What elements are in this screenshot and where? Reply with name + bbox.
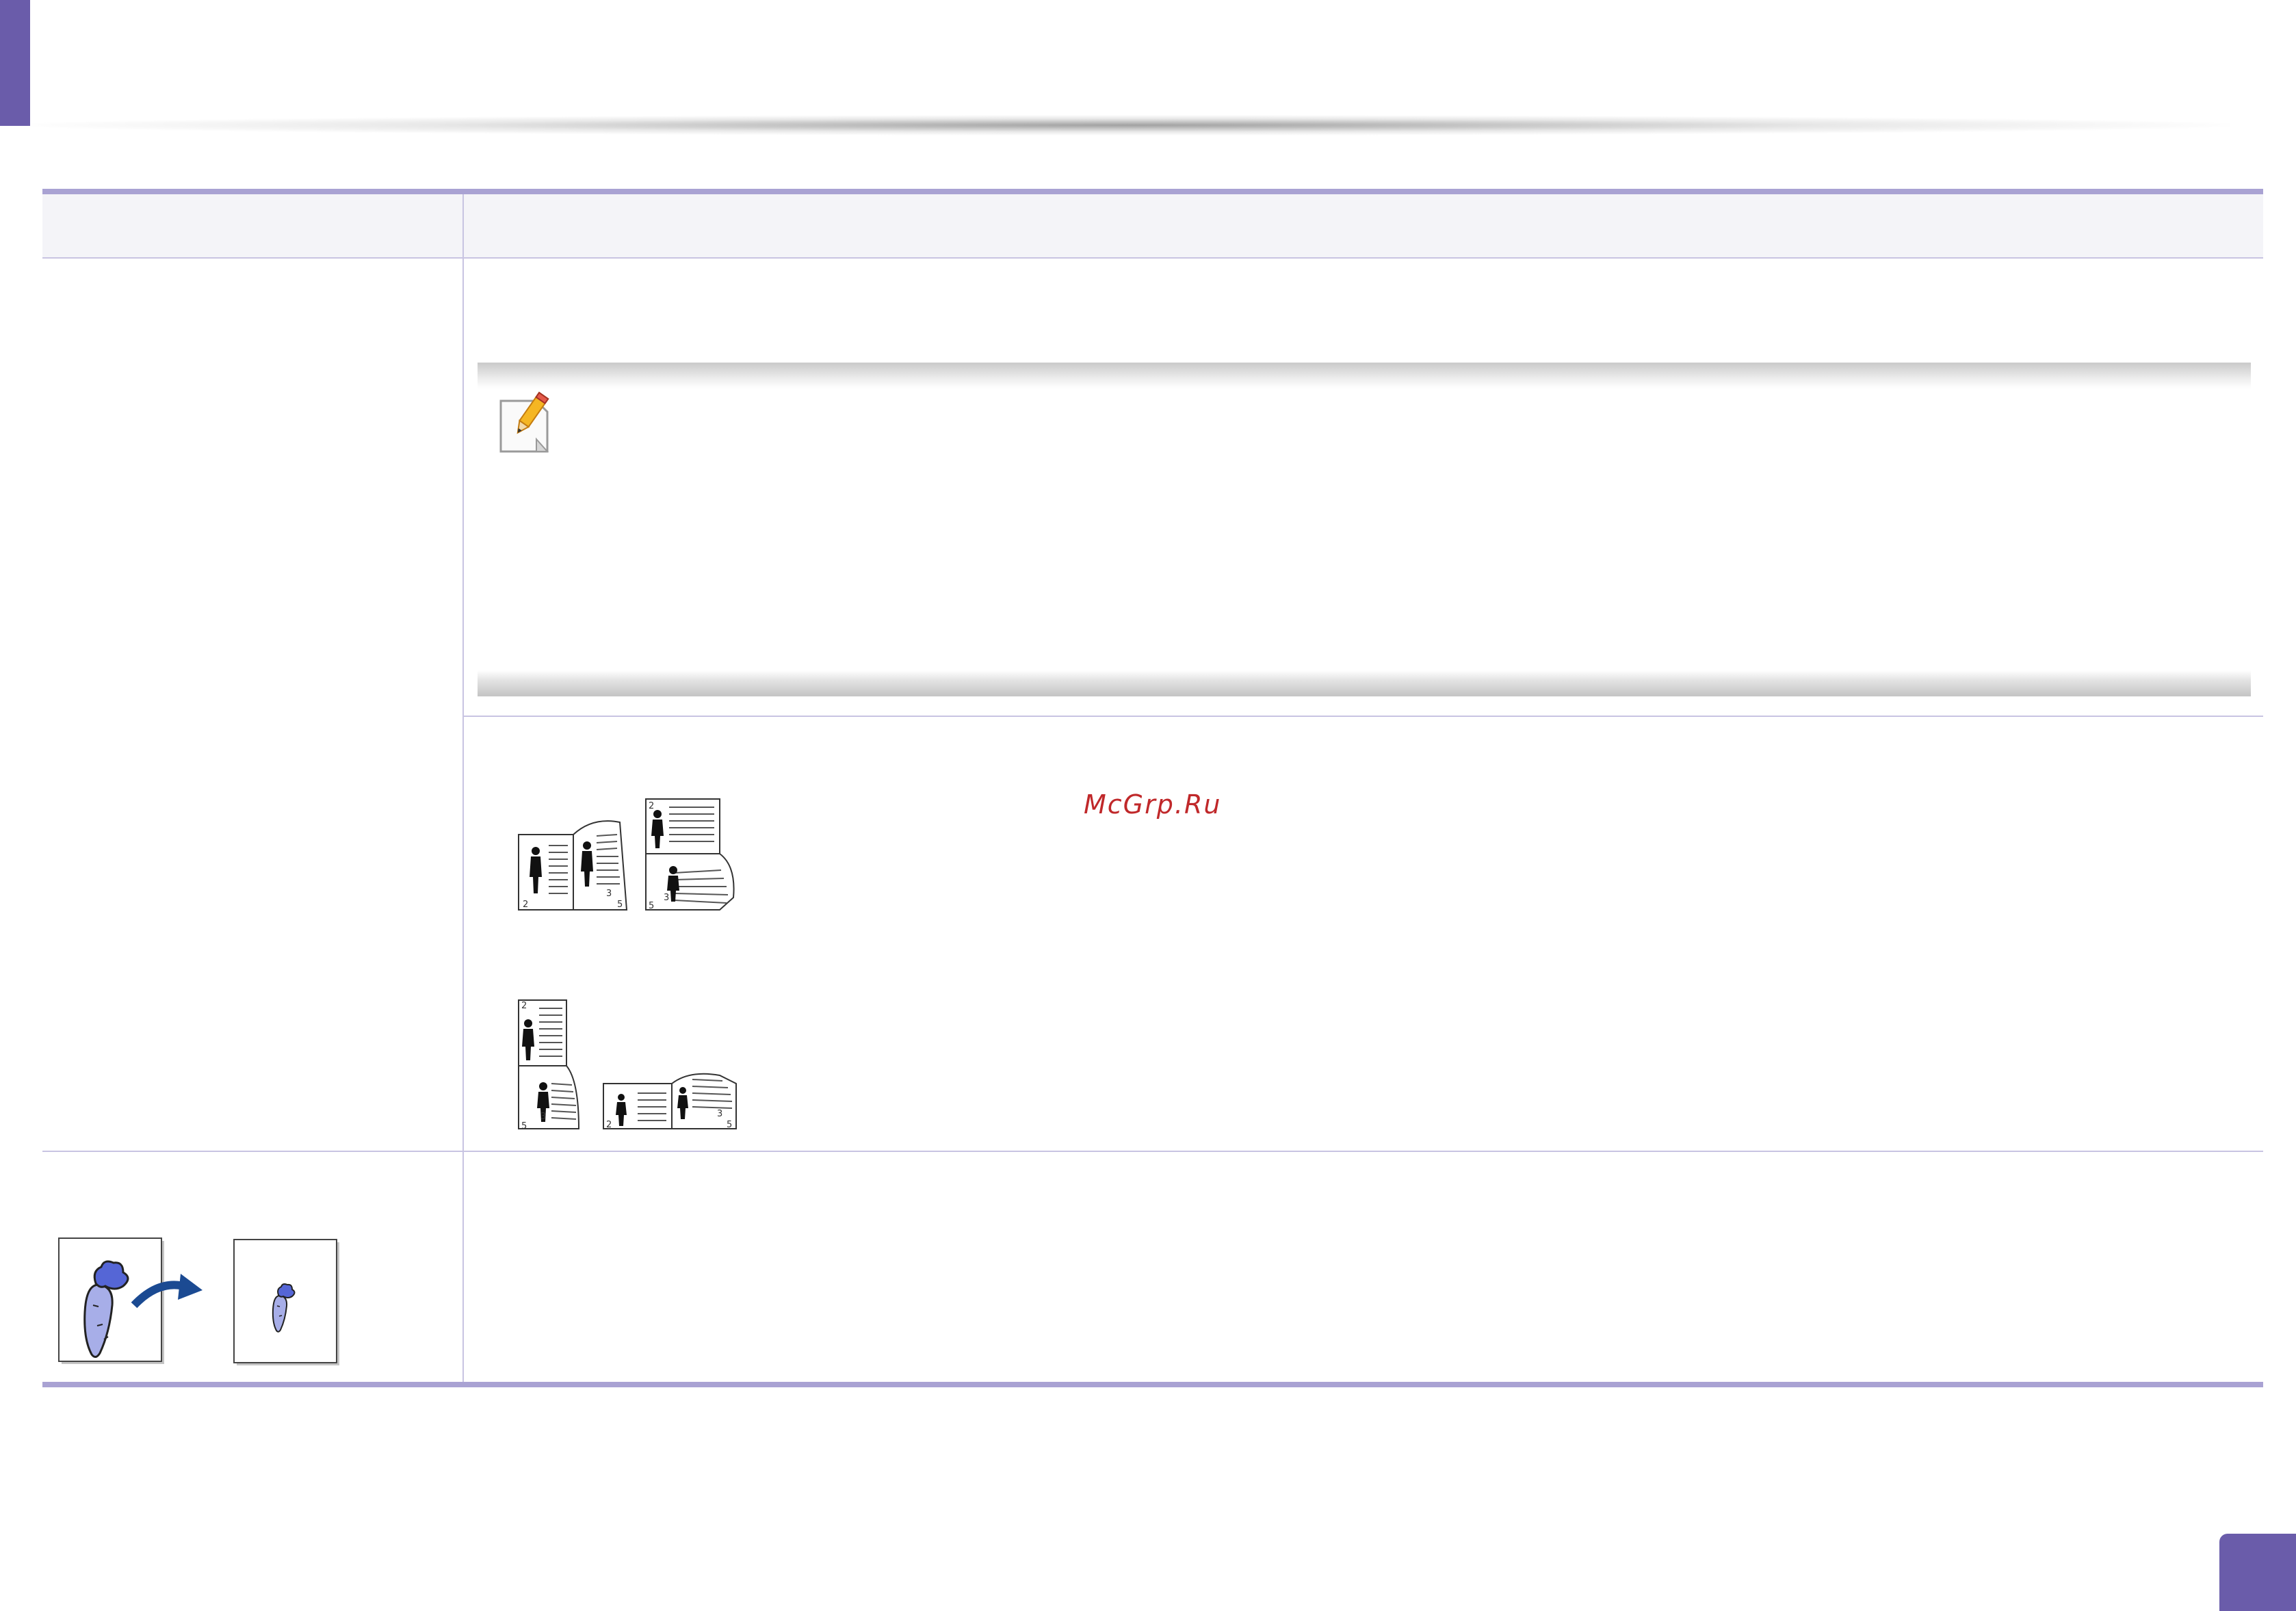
svg-text:2: 2	[649, 801, 654, 811]
table-row-divider	[464, 716, 2263, 717]
table-bottom-rule	[42, 1382, 2263, 1387]
long-edge-binding-icon: 2 3 5 2 3 5	[518, 798, 735, 911]
note-bottom-bar	[478, 670, 2251, 696]
reduce-enlarge-icon	[58, 1237, 339, 1365]
svg-text:5: 5	[727, 1120, 732, 1130]
svg-text:2: 2	[606, 1120, 612, 1130]
page-number-badge	[2219, 1534, 2296, 1611]
svg-text:5: 5	[649, 901, 654, 911]
svg-text:3: 3	[540, 1112, 546, 1122]
note-pencil-icon	[499, 391, 549, 453]
svg-text:2: 2	[523, 900, 528, 910]
svg-text:3: 3	[606, 889, 612, 899]
table-top-rule	[42, 189, 2263, 194]
svg-text:3: 3	[717, 1109, 722, 1119]
header-divider	[27, 115, 2230, 135]
note-box	[478, 363, 2251, 696]
svg-text:3: 3	[664, 893, 669, 903]
table-header-row	[42, 194, 2263, 259]
table-row-divider	[42, 1151, 2263, 1152]
table-column-divider	[462, 194, 464, 1382]
watermark-text: McGrp.Ru	[1084, 789, 1222, 820]
svg-text:5: 5	[521, 1121, 527, 1131]
note-top-bar	[478, 363, 2251, 389]
svg-text:5: 5	[617, 900, 623, 910]
svg-text:2: 2	[521, 1001, 527, 1011]
chapter-tab	[0, 0, 30, 126]
short-edge-binding-icon: 2 3 5 2 3 5	[518, 999, 737, 1131]
